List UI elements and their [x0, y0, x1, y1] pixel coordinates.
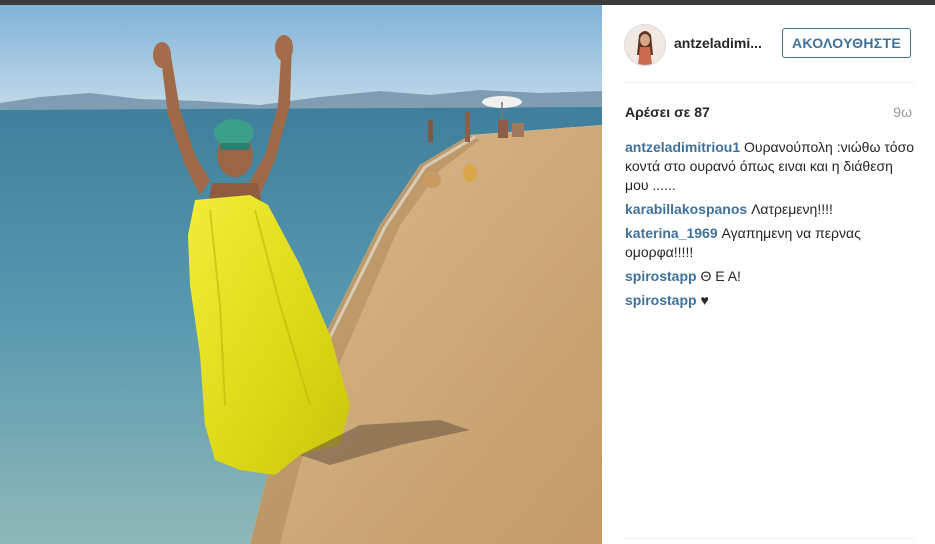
comment-item: antzeladimitriou1 Ουρανούπολη :νιώθω τόσ… — [625, 138, 915, 195]
comment-username[interactable]: spirostapp — [625, 292, 697, 308]
beach-photo — [0, 5, 602, 544]
comment-item: katerina_1969 Αγαπημενη να περνας ομορφα… — [625, 224, 915, 262]
footer-divider — [624, 538, 914, 539]
comment-username[interactable]: karabillakospanos — [625, 201, 747, 217]
header-divider — [624, 82, 914, 83]
likes-count[interactable]: Αρέσει σε 87 — [625, 104, 710, 120]
profile-photo-icon — [625, 25, 665, 65]
comment-username[interactable]: spirostapp — [625, 268, 697, 284]
comment-username[interactable]: katerina_1969 — [625, 225, 718, 241]
comment-text: Λατρεμενη!!!! — [751, 201, 833, 217]
post-photo[interactable] — [0, 5, 602, 544]
comment-item: spirostapp Θ Ε Α! — [625, 267, 915, 286]
comment-username[interactable]: antzeladimitriou1 — [625, 139, 740, 155]
post-time[interactable]: 9ω — [893, 104, 912, 120]
comment-item: spirostapp ♥ — [625, 291, 915, 310]
comment-item: karabillakospanos Λατρεμενη!!!! — [625, 200, 915, 219]
comments-list: antzeladimitriou1 Ουρανούπολη :νιώθω τόσ… — [625, 138, 915, 315]
post-header: antzeladimi... ΑΚΟΛΟΥΘΗΣΤΕ — [624, 22, 914, 67]
post-username[interactable]: antzeladimi... — [674, 35, 762, 51]
follow-button[interactable]: ΑΚΟΛΟΥΘΗΣΤΕ — [782, 28, 911, 58]
post-sidebar: antzeladimi... ΑΚΟΛΟΥΘΗΣΤΕ Αρέσει σε 87 … — [602, 5, 935, 544]
comment-text: ♥ — [700, 292, 709, 308]
avatar[interactable] — [624, 24, 666, 66]
comment-text: Θ Ε Α! — [700, 268, 741, 284]
